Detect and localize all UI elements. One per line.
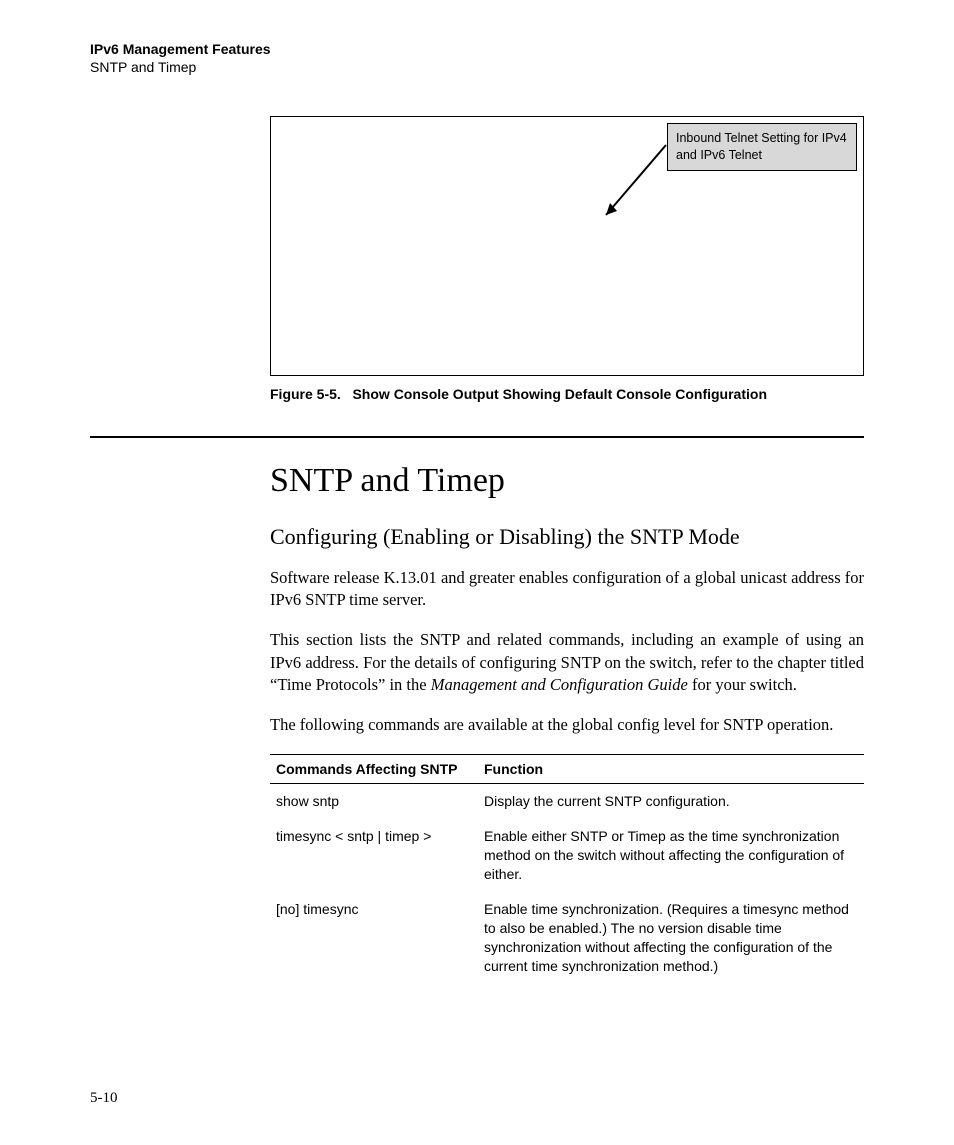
body-paragraph-1: Software release K.13.01 and greater ena… — [270, 567, 864, 612]
table-row: [no] timesync Enable time synchronizatio… — [270, 892, 864, 984]
arrow-icon — [581, 127, 701, 247]
table-cell-cmd: show sntp — [270, 784, 484, 819]
table-cell-func: Display the current SNTP configuration. — [484, 784, 864, 819]
figure-caption-label: Figure 5-5. — [270, 386, 341, 402]
table-cell-cmd: [no] timesync — [270, 892, 484, 984]
section-divider — [90, 436, 864, 438]
table-header-function: Function — [484, 755, 864, 784]
figure-frame: Inbound Telnet Setting for IPv4 and IPv6… — [270, 116, 864, 376]
table-row: timesync < sntp | timep > Enable either … — [270, 819, 864, 892]
table-cell-cmd: timesync < sntp | timep > — [270, 819, 484, 892]
section-heading: SNTP and Timep — [270, 462, 864, 500]
header-chapter: IPv6 Management Features — [90, 40, 864, 58]
sub-heading: Configuring (Enabling or Disabling) the … — [270, 524, 864, 550]
table-header-commands: Commands Affecting SNTP — [270, 755, 484, 784]
commands-table: Commands Affecting SNTP Function show sn… — [270, 754, 864, 983]
running-header: IPv6 Management Features SNTP and Timep — [90, 40, 864, 76]
page-number: 5-10 — [90, 1090, 118, 1107]
table-cell-func: Enable either SNTP or Timep as the time … — [484, 819, 864, 892]
body-paragraph-3: The following commands are available at … — [270, 714, 864, 736]
body-paragraph-2: This section lists the SNTP and related … — [270, 629, 864, 696]
header-section: SNTP and Timep — [90, 58, 864, 76]
table-row: show sntp Display the current SNTP confi… — [270, 784, 864, 819]
figure-block: Inbound Telnet Setting for IPv4 and IPv6… — [270, 116, 864, 402]
table-cell-func: Enable time synchronization. (Requires a… — [484, 892, 864, 984]
figure-caption-text: Show Console Output Showing Default Cons… — [352, 386, 767, 402]
figure-caption: Figure 5-5. Show Console Output Showing … — [270, 386, 864, 402]
